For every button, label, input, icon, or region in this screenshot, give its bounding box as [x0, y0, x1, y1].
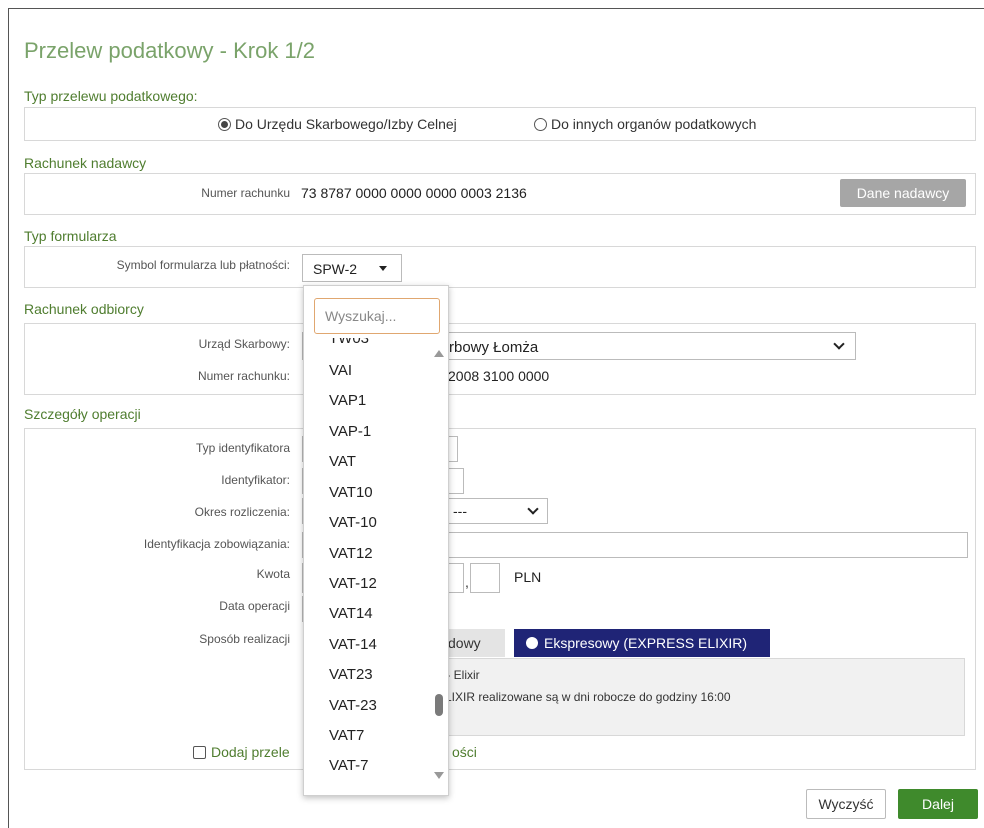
dropdown-item[interactable]: VAT	[329, 453, 356, 470]
checkbox-icon	[193, 746, 206, 759]
method-label: Sposób realizacji	[199, 632, 290, 646]
dropdown-item[interactable]: VAT14	[329, 605, 373, 622]
chevron-down-icon	[527, 503, 539, 515]
radio-selected-icon	[526, 637, 538, 649]
period-label: Okres rozliczenia:	[194, 505, 290, 519]
dropdown-item[interactable]: VAT-14	[329, 636, 377, 653]
radio-other-authority[interactable]: Do innych organów podatkowych	[534, 116, 756, 132]
transfer-type-label: Typ przelewu podatkowego:	[24, 88, 198, 104]
form-symbol-dropdown: Wyszukaj... TW03 VAI VAP1 VAP-1 VAT VAT1…	[303, 285, 449, 796]
scrollbar-thumb[interactable]	[435, 694, 443, 716]
sender-data-button[interactable]: Dane nadawcy	[840, 179, 966, 207]
office-label: Urząd Skarbowy:	[198, 337, 290, 351]
obligation-label: Identyfikacja zobowiązania:	[143, 537, 290, 551]
dropdown-item[interactable]: VAT-7	[329, 757, 368, 774]
dropdown-item[interactable]: VAT-23	[329, 697, 377, 714]
page-title: Przelew podatkowy - Krok 1/2	[24, 38, 316, 63]
dropdown-item-partial[interactable]: TW03	[329, 338, 369, 347]
dropdown-item[interactable]: VAT12	[329, 545, 373, 562]
method-info-line2: ELIXIR realizowane są w dni robocze do g…	[437, 690, 731, 704]
office-value: rbowy Łomża	[449, 339, 539, 356]
dropdown-item[interactable]: VAP-1	[329, 423, 371, 440]
date-label: Data operacji	[219, 599, 290, 613]
scroll-down-icon[interactable]	[434, 772, 444, 779]
add-label-right: ości	[452, 744, 477, 760]
dropdown-item[interactable]: VAI	[329, 362, 352, 379]
transfer-type-box: Do Urzędu Skarbowego/Izby Celnej Do inny…	[24, 107, 976, 141]
identifier-label: Identyfikator:	[221, 473, 290, 487]
radio-checked-icon	[218, 118, 231, 131]
next-button[interactable]: Dalej	[898, 789, 978, 819]
dropdown-scrollbar[interactable]	[432, 338, 446, 788]
recipient-account-label: Numer rachunku:	[197, 369, 290, 383]
details-section-label: Szczegóły operacji	[24, 406, 141, 422]
radio-tax-office[interactable]: Do Urzędu Skarbowego/Izby Celnej	[218, 116, 457, 132]
period-value: ---	[453, 503, 467, 519]
amount-label: Kwota	[256, 567, 290, 581]
amount-fraction-input[interactable]	[470, 563, 500, 593]
amount-separator: ,	[465, 574, 469, 590]
form-type-section-label: Typ formularza	[24, 228, 117, 244]
add-label-left: Dodaj przele	[211, 744, 290, 760]
recipient-section-label: Rachunek odbiorcy	[24, 301, 144, 317]
dropdown-list: TW03 VAI VAP1 VAP-1 VAT VAT10 VAT-10 VAT…	[304, 338, 434, 788]
radio-unchecked-icon	[534, 118, 547, 131]
dropdown-item[interactable]: VAT7	[329, 727, 364, 744]
id-type-label: Typ identyfikatora	[195, 441, 290, 455]
clear-button[interactable]: Wyczyść	[806, 789, 886, 819]
recipient-account-value: 2008 3100 0000	[448, 368, 550, 384]
dropdown-item[interactable]: VAT-12	[329, 575, 377, 592]
form-symbol-select[interactable]: SPW-2	[302, 254, 402, 282]
sender-account-label: Numer rachunku	[201, 186, 290, 200]
method-express-button[interactable]: Ekspresowy (EXPRESS ELIXIR)	[514, 629, 770, 657]
dropdown-item[interactable]: VAT23	[329, 666, 373, 683]
dropdown-search-input[interactable]: Wyszukaj...	[314, 298, 440, 334]
dropdown-item[interactable]: VAT10	[329, 484, 373, 501]
dropdown-item[interactable]: VAP1	[329, 392, 366, 409]
sender-account-number: 73 8787 0000 0000 0000 0003 2136	[301, 185, 527, 201]
scroll-up-icon[interactable]	[434, 350, 444, 357]
radio-tax-office-label: Do Urzędu Skarbowego/Izby Celnej	[235, 116, 457, 132]
currency-label: PLN	[514, 569, 542, 585]
form-symbol-value: SPW-2	[313, 261, 358, 277]
add-to-defined-checkbox[interactable]: Dodaj przele	[193, 744, 290, 760]
chevron-down-icon	[833, 338, 845, 350]
sender-section-label: Rachunek nadawcy	[24, 155, 147, 171]
method-express-label: Ekspresowy (EXPRESS ELIXIR)	[544, 635, 748, 651]
dropdown-item[interactable]: VAT-10	[329, 514, 377, 531]
radio-other-authority-label: Do innych organów podatkowych	[551, 116, 757, 132]
caret-down-icon	[379, 266, 387, 271]
form-symbol-label: Symbol formularza lub płatności:	[116, 258, 290, 272]
